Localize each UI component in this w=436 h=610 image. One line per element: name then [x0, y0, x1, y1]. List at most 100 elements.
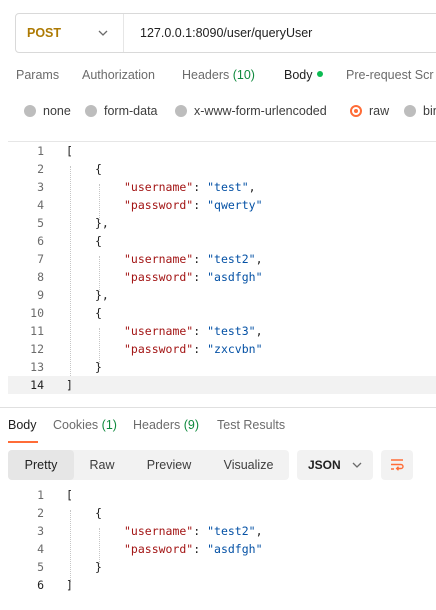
- url-bar: POST 127.0.0.1:8090/user/queryUser: [15, 13, 436, 53]
- response-tab-test-results[interactable]: Test Results: [217, 418, 285, 432]
- radio-label: raw: [369, 104, 390, 118]
- line-number: 14: [30, 378, 44, 392]
- line-number: 5: [37, 216, 44, 230]
- code-text: [: [66, 488, 73, 502]
- json-string: "test2": [207, 524, 256, 538]
- json-separator: :: [193, 542, 208, 556]
- url-input[interactable]: 127.0.0.1:8090/user/queryUser: [124, 26, 312, 40]
- radio-circle-selected: [350, 105, 362, 117]
- json-comma: ,: [255, 524, 263, 538]
- radio-binary[interactable]: bin: [404, 104, 436, 118]
- response-tab-cookies[interactable]: Cookies (1): [53, 418, 117, 432]
- code-text: "username": "test3",: [124, 322, 263, 340]
- radio-form-data[interactable]: form-data: [85, 104, 158, 118]
- headers-count: (10): [232, 68, 255, 82]
- radio-none[interactable]: none: [24, 104, 71, 118]
- chevron-down-icon: [98, 30, 108, 36]
- response-tab-headers[interactable]: Headers (9): [133, 418, 199, 432]
- line-number: 4: [37, 198, 44, 212]
- active-tab-underline: [8, 441, 38, 443]
- method-select[interactable]: POST: [16, 14, 124, 52]
- view-preview-button[interactable]: Preview: [130, 450, 208, 480]
- line-number: 11: [30, 324, 44, 338]
- code-text: "password": "asdfgh": [124, 268, 263, 286]
- radio-circle: [24, 105, 36, 117]
- json-string: "qwerty": [207, 198, 263, 212]
- code-line: 1[: [8, 486, 436, 504]
- radio-urlencoded[interactable]: x-www-form-urlencoded: [175, 104, 327, 118]
- tab-headers[interactable]: Headers (10): [182, 68, 255, 82]
- tab-authorization[interactable]: Authorization: [82, 68, 155, 82]
- line-number: 7: [37, 252, 44, 266]
- json-separator: :: [193, 342, 208, 356]
- response-view-selector: Pretty Raw Preview Visualize: [8, 450, 289, 480]
- json-separator: :: [193, 252, 208, 266]
- radio-circle: [85, 105, 97, 117]
- view-visualize-button[interactable]: Visualize: [208, 450, 289, 480]
- response-format-select[interactable]: JSON: [297, 450, 373, 480]
- response-headers-count: (9): [183, 418, 200, 432]
- response-tabs: Body Cookies (1) Headers (9) Test Result…: [0, 418, 436, 440]
- radio-label: x-www-form-urlencoded: [194, 104, 327, 118]
- view-raw-button[interactable]: Raw: [74, 450, 130, 480]
- wrap-lines-button[interactable]: [381, 450, 413, 480]
- line-number: 6: [37, 578, 44, 592]
- code-line: 3 "username": "test2",: [8, 522, 436, 540]
- json-key: "username": [124, 524, 194, 538]
- code-text: "password": "zxcvbn": [124, 340, 263, 358]
- code-line: 4 "password": "asdfgh": [8, 540, 436, 558]
- line-number: 12: [30, 342, 44, 356]
- code-text: {: [95, 506, 102, 520]
- tab-body[interactable]: Body: [284, 68, 323, 82]
- tab-cookies-label: Cookies: [53, 418, 99, 432]
- code-text: "username": "test2",: [124, 250, 263, 268]
- code-text: [: [66, 144, 73, 158]
- code-line: 4 "password": "qwerty": [8, 196, 436, 214]
- json-string: "test2": [207, 252, 256, 266]
- code-text: ]: [66, 378, 73, 392]
- line-number: 3: [37, 524, 44, 538]
- radio-label: none: [43, 104, 71, 118]
- code-line: 6{: [8, 232, 436, 250]
- line-number: 3: [37, 180, 44, 194]
- tab-params[interactable]: Params: [16, 68, 59, 82]
- tab-headers-label: Headers: [182, 68, 230, 82]
- code-text: {: [95, 306, 102, 320]
- line-number: 13: [30, 360, 44, 374]
- line-number: 1: [37, 144, 44, 158]
- code-text: "username": "test2",: [124, 522, 263, 540]
- json-separator: :: [193, 180, 208, 194]
- json-separator: :: [193, 324, 208, 338]
- code-line: 6]: [8, 576, 436, 594]
- request-tabs: Params Authorization Headers (10) Body P…: [0, 68, 436, 88]
- line-number: 1: [37, 488, 44, 502]
- response-tab-body[interactable]: Body: [8, 418, 37, 432]
- response-body-viewer[interactable]: 1[ 2{ 3 "username": "test2", 4 "password":…: [8, 486, 436, 596]
- code-line: 3 "username": "test",: [8, 178, 436, 196]
- request-body-editor[interactable]: 1[ 2{ 3 "username": "test", 4 "password": …: [8, 141, 436, 394]
- json-string: "asdfgh": [207, 270, 263, 284]
- radio-raw[interactable]: raw: [350, 104, 389, 118]
- code-line: 12 "password": "zxcvbn": [8, 340, 436, 358]
- json-string: "zxcvbn": [207, 342, 263, 356]
- chevron-down-icon: [352, 462, 362, 468]
- json-comma: ,: [255, 252, 263, 266]
- pane-divider[interactable]: [0, 407, 436, 408]
- json-separator: :: [193, 198, 208, 212]
- json-string: "test3": [207, 324, 256, 338]
- code-text: "password": "asdfgh": [124, 540, 263, 558]
- line-number: 10: [30, 306, 44, 320]
- json-key: "password": [124, 542, 194, 556]
- view-pretty-button[interactable]: Pretty: [8, 450, 74, 480]
- code-line: 5}: [8, 558, 436, 576]
- code-line: 8 "password": "asdfgh": [8, 268, 436, 286]
- code-line: 13}: [8, 358, 436, 376]
- json-key: "password": [124, 270, 194, 284]
- json-key: "username": [124, 324, 194, 338]
- code-line: 2{: [8, 504, 436, 522]
- body-type-radios: none form-data x-www-form-urlencoded raw…: [0, 104, 436, 122]
- radio-circle: [175, 105, 187, 117]
- line-number: 9: [37, 288, 44, 302]
- tab-pre-request-script[interactable]: Pre-request Scr: [346, 68, 434, 82]
- code-text: "password": "qwerty": [124, 196, 263, 214]
